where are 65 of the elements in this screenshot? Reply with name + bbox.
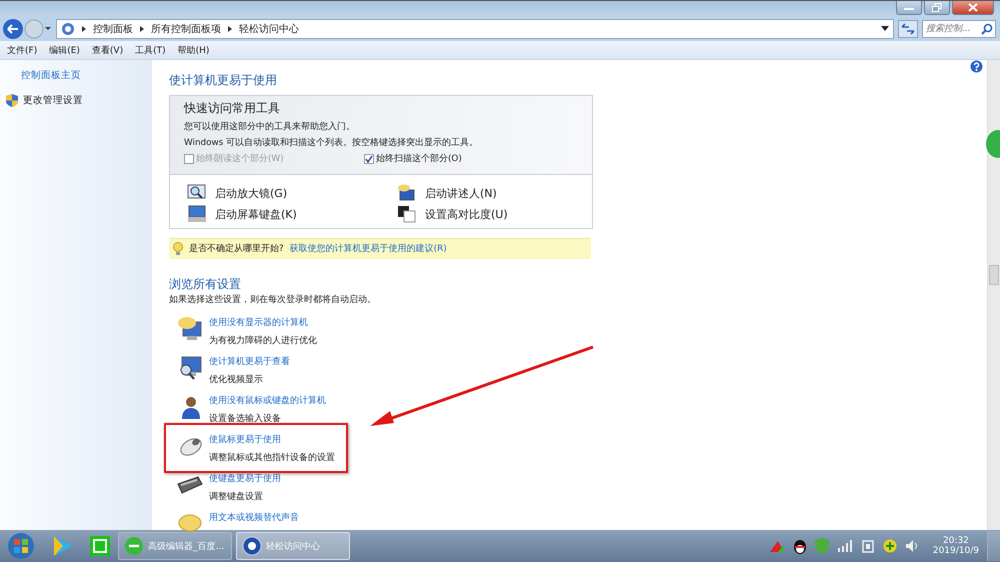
scrollbar[interactable] (987, 60, 1000, 530)
minimize-button[interactable] (896, 1, 922, 15)
restore-button[interactable] (924, 1, 950, 15)
back-forward-icon[interactable] (2, 18, 52, 40)
keyboard-monitor-icon (187, 205, 207, 223)
setting-description: 优化视频显示 (209, 374, 264, 386)
description-text: Windows 可以自动读取和扫描这个列表。按空格键选择突出显示的工具。 (184, 137, 480, 149)
menu-item[interactable]: 编辑(E) (49, 44, 80, 56)
tip-text: 是否不确定从哪里开始? (189, 243, 284, 255)
plus-circle-icon[interactable] (882, 539, 897, 553)
contrast-icon (397, 205, 417, 223)
chevron-icon (81, 24, 87, 32)
restore-icon (932, 3, 942, 12)
tip-link[interactable]: 获取使您的计算机更易于使用的建议(R) (290, 243, 447, 255)
setting-link[interactable]: 使计算机更易于查看 (209, 356, 290, 368)
sidebar-link[interactable]: 控制面板主页 (21, 69, 81, 82)
close-button[interactable] (952, 1, 994, 15)
browser-icon (124, 536, 144, 556)
breadcrumb[interactable]: 轻松访问中心 (239, 22, 299, 36)
setting-description: 调整鼠标或其他指针设备的设置 (209, 452, 335, 464)
setting-link[interactable]: 用文本或视频替代声音 (209, 512, 299, 524)
sidebar-link[interactable]: 更改管理设置 (23, 94, 83, 107)
address-bar[interactable]: 控制面板 所有控制面板项 轻松访问中心 (56, 18, 894, 38)
page-heading: 使计算机更易于使用 (169, 72, 278, 89)
section-subtitle: 如果选择这些设置，则在每次登录时都将自动启动。 (169, 294, 377, 306)
refresh-button[interactable] (898, 20, 918, 38)
tool-link[interactable]: 启动屏幕键盘(K) (215, 206, 297, 222)
search-field[interactable]: 搜索控制... (922, 20, 996, 38)
setting-link[interactable]: 使键盘更易于使用 (209, 473, 281, 485)
breadcrumb[interactable]: 控制面板 (93, 22, 133, 36)
setting-link[interactable]: 使鼠标更易于使用 (209, 434, 335, 446)
menu-item[interactable]: 工具(T) (135, 44, 166, 56)
close-icon (968, 3, 978, 12)
menu-item[interactable]: 文件(F) (7, 44, 38, 56)
tool-link[interactable]: 设置高对比度(U) (425, 206, 508, 222)
setting-description: 为有视力障碍的人进行优化 (209, 335, 317, 347)
setting-link[interactable]: 使用没有显示器的计算机 (209, 317, 317, 329)
ease-of-access-icon (242, 536, 262, 556)
setting-link[interactable]: 使用没有鼠标或键盘的计算机 (209, 395, 326, 407)
dropdown-icon[interactable] (881, 26, 889, 32)
signal-icon[interactable] (836, 540, 853, 552)
speech-monitor-icon (397, 184, 417, 202)
speaker-icon[interactable] (904, 539, 919, 553)
shield-icon (6, 94, 18, 107)
help-icon[interactable] (970, 60, 983, 73)
tray-app-icon[interactable] (768, 539, 785, 553)
menu-item[interactable]: 帮助(H) (178, 44, 210, 56)
checkbox-option[interactable]: 始终扫描这个部分(O) (364, 153, 578, 165)
section-heading: 浏览所有设置 (169, 276, 242, 293)
speech-monitor-icon (177, 316, 203, 342)
control-panel-icon (61, 22, 75, 36)
check-icon (365, 155, 373, 163)
search-icon (981, 22, 993, 34)
breadcrumb[interactable]: 所有控制面板项 (151, 22, 221, 36)
tool-link[interactable]: 启动放大镜(G) (215, 186, 288, 200)
description-text: 您可以使用这部分中的工具来帮助您入门。 (184, 121, 356, 133)
chevron-icon (139, 24, 145, 32)
section-title: 快速访问常用工具 (184, 100, 281, 117)
setting-description: 调整键盘设置 (209, 491, 264, 503)
setting-description: 设置备选输入设备 (209, 413, 282, 425)
tool-link[interactable]: 启动讲述人(N) (425, 186, 497, 200)
clock-date[interactable]: 2019/10/9 (932, 546, 979, 556)
chevron-icon (227, 24, 233, 32)
menu-item[interactable]: 查看(V) (92, 44, 124, 56)
lightbulb-icon (173, 242, 183, 256)
